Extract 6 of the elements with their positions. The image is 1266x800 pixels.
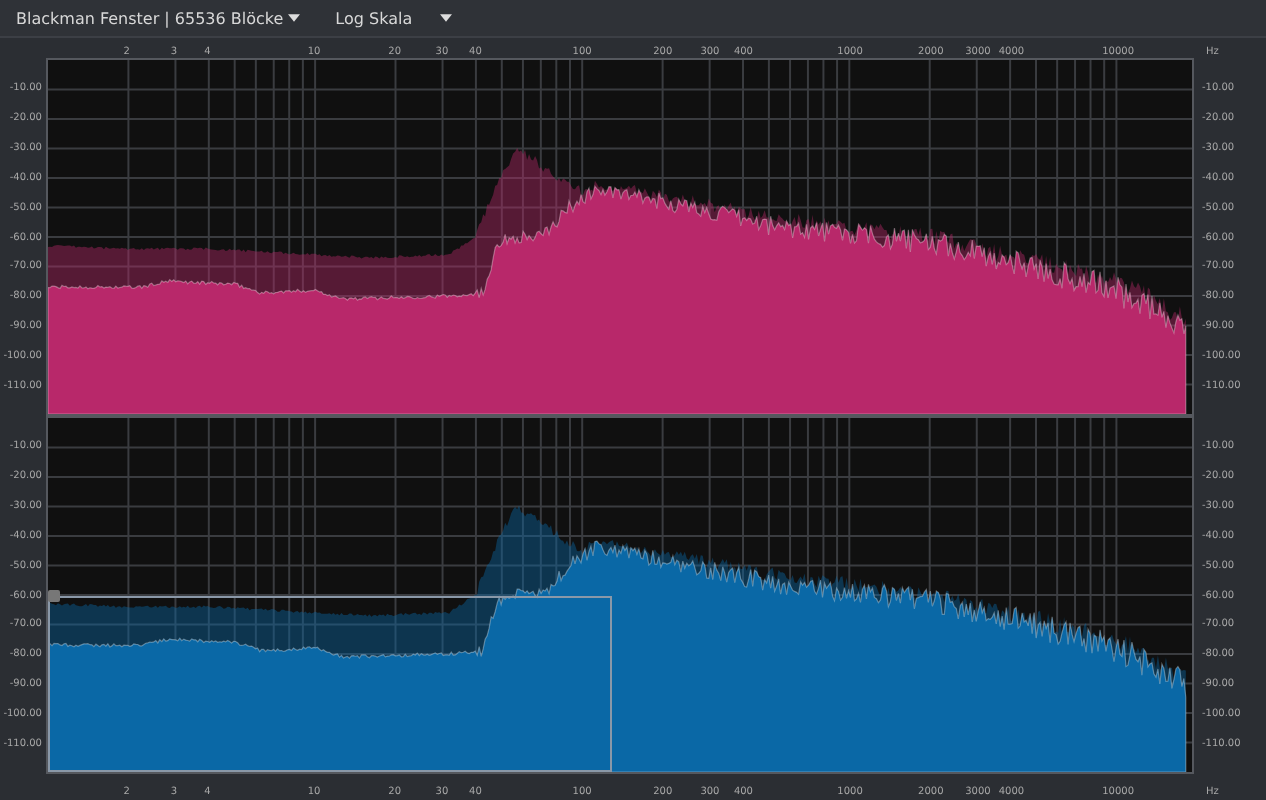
level-handle[interactable] bbox=[48, 589, 60, 601]
caret-icon bbox=[287, 14, 300, 22]
caret-icon bbox=[440, 14, 453, 22]
scale-dropdown[interactable]: Log Skala bbox=[331, 7, 457, 29]
selection-rectangle[interactable] bbox=[48, 595, 612, 772]
window-dropdown[interactable]: Blackman Fenster | 65536 Blöcke bbox=[12, 7, 304, 29]
